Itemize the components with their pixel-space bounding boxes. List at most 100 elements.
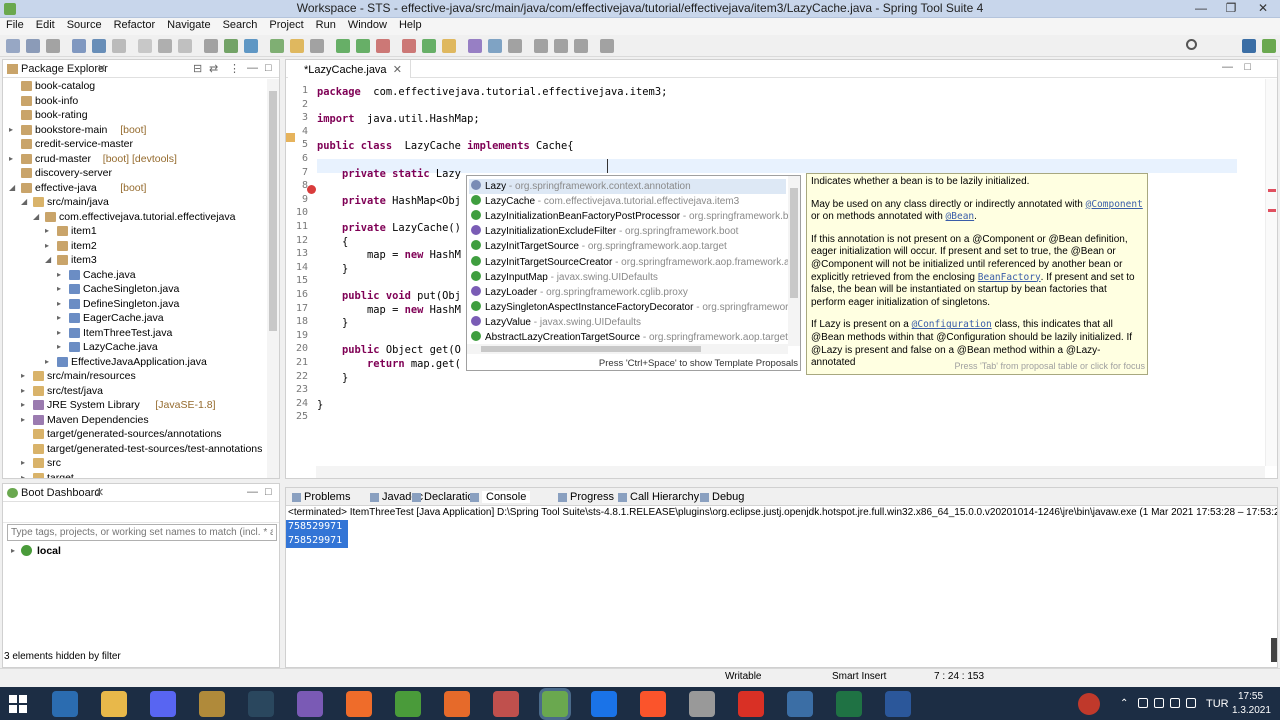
prev-edit-icon[interactable] bbox=[534, 39, 548, 53]
clock-date[interactable]: 1.3.2021 bbox=[1232, 705, 1271, 716]
collapse-all-icon[interactable]: ⊟ bbox=[193, 62, 202, 75]
tree-item[interactable]: ▸ JRE System Library [JavaSE-1.8] bbox=[3, 398, 267, 413]
tree-item[interactable]: ▸ DefineSingleton.java bbox=[3, 297, 267, 312]
sts-icon[interactable] bbox=[542, 691, 568, 717]
error-icon[interactable] bbox=[376, 39, 390, 53]
collapsed-icon[interactable]: ▸ bbox=[21, 413, 29, 427]
tree-item[interactable]: target/generated-sources/annotations bbox=[3, 427, 267, 442]
collapsed-icon[interactable]: ▸ bbox=[21, 456, 29, 470]
back-icon[interactable] bbox=[554, 39, 568, 53]
postman-icon[interactable] bbox=[346, 691, 372, 717]
expanded-icon[interactable]: ◢ bbox=[21, 195, 29, 209]
tree-item[interactable]: ◢ item3 bbox=[3, 253, 267, 268]
tree-item[interactable]: ▸ ItemThreeTest.java bbox=[3, 326, 267, 341]
visual-studio-icon[interactable] bbox=[297, 691, 323, 717]
tree-item[interactable]: ◢ effective-java [boot] bbox=[3, 181, 267, 196]
minimize-view-icon[interactable]: — bbox=[1222, 61, 1233, 73]
search-icon[interactable] bbox=[1186, 39, 1197, 50]
tree-item[interactable]: ▸ src/main/resources bbox=[3, 369, 267, 384]
overview-ruler[interactable] bbox=[1265, 79, 1277, 466]
expanded-icon[interactable]: ◢ bbox=[45, 253, 53, 267]
battery-icon[interactable] bbox=[1154, 698, 1164, 708]
menu-project[interactable]: Project bbox=[263, 18, 309, 31]
word-icon[interactable] bbox=[885, 691, 911, 717]
proposal-item[interactable]: LazyInitTargetSourceCreator - org.spring… bbox=[471, 255, 798, 270]
tree-item[interactable]: ▸ Cache.java bbox=[3, 268, 267, 283]
proposal-item[interactable]: LazyLoader - org.springframework.cglib.p… bbox=[471, 285, 688, 300]
bean-link[interactable]: @Bean bbox=[946, 211, 975, 222]
external-tools-icon[interactable] bbox=[290, 39, 304, 53]
steam-icon[interactable] bbox=[248, 691, 274, 717]
tree-item[interactable]: ▸ bookstore-main [boot] bbox=[3, 123, 267, 138]
clock-time[interactable]: 17:55 bbox=[1238, 691, 1263, 702]
discord-icon[interactable] bbox=[150, 691, 176, 717]
perspective-icon-2[interactable] bbox=[1262, 39, 1276, 53]
tree-item[interactable]: discovery-server bbox=[3, 166, 267, 181]
app-icon[interactable] bbox=[493, 691, 519, 717]
tab-console[interactable]: Console bbox=[482, 491, 531, 503]
minimize-view-icon[interactable]: — bbox=[247, 486, 258, 498]
menu-search[interactable]: Search bbox=[217, 18, 264, 31]
tree-item[interactable]: ▸ CacheSingleton.java bbox=[3, 282, 267, 297]
tray-arrow-icon[interactable]: ⌃ bbox=[1120, 698, 1128, 709]
proposal-item[interactable]: LazyInitializationBeanFactoryPostProcess… bbox=[471, 209, 800, 224]
tab-call-hierarchy[interactable]: Call Hierarchy bbox=[630, 491, 699, 503]
skip-icon[interactable] bbox=[92, 39, 106, 53]
collapsed-icon[interactable]: ▸ bbox=[57, 340, 65, 354]
annotation-icon[interactable] bbox=[508, 39, 522, 53]
proposal-item[interactable]: LazyInitTargetSource - org.springframewo… bbox=[471, 239, 727, 254]
settings-icon[interactable] bbox=[689, 691, 715, 717]
collapsed-icon[interactable]: ▸ bbox=[45, 224, 53, 238]
proposal-item[interactable]: LazySingletonAspectInstanceFactoryDecora… bbox=[471, 300, 800, 315]
proposal-item[interactable]: LazyValue - javax.swing.UIDefaults bbox=[471, 315, 641, 330]
editor-hscrollbar[interactable] bbox=[316, 466, 1265, 478]
collapsed-icon[interactable]: ▸ bbox=[57, 297, 65, 311]
local-target[interactable]: local bbox=[37, 545, 61, 557]
suspend-icon[interactable] bbox=[138, 39, 152, 53]
terminate-icon[interactable] bbox=[72, 39, 86, 53]
collapsed-icon[interactable]: ▸ bbox=[9, 123, 17, 137]
spring-icon[interactable] bbox=[356, 39, 370, 53]
console-scroll-thumb[interactable] bbox=[1271, 638, 1277, 662]
volume-icon[interactable] bbox=[1186, 698, 1196, 708]
tab-lazycache-java[interactable]: *LazyCache.java ✕ bbox=[288, 60, 411, 78]
menu-edit[interactable]: Edit bbox=[30, 18, 61, 31]
maximize-view-icon[interactable]: □ bbox=[265, 62, 272, 74]
forward-icon[interactable] bbox=[574, 39, 588, 53]
brave-icon[interactable] bbox=[640, 691, 666, 717]
collapsed-icon[interactable]: ▸ bbox=[9, 152, 17, 166]
boot-dashboard-tab[interactable]: Boot Dashboard ✕ — □ bbox=[3, 484, 279, 502]
menu-refactor[interactable]: Refactor bbox=[108, 18, 162, 31]
minimize-view-icon[interactable]: — bbox=[247, 62, 258, 74]
tree-item[interactable]: ▸ EffectiveJavaApplication.java bbox=[3, 355, 267, 370]
notes-icon[interactable] bbox=[787, 691, 813, 717]
lenovo-icon[interactable] bbox=[52, 691, 78, 717]
expanded-icon[interactable]: ◢ bbox=[9, 181, 17, 195]
close-button[interactable]: ✕ bbox=[1248, 0, 1278, 18]
console-output[interactable]: 758529971 758529971 bbox=[286, 520, 348, 548]
tree-scrollbar[interactable] bbox=[267, 79, 279, 478]
new-java-icon[interactable] bbox=[310, 39, 324, 53]
component-link[interactable]: @Component bbox=[1086, 199, 1143, 210]
view-menu-icon[interactable]: ⋮ bbox=[229, 62, 240, 75]
stop-app-icon[interactable] bbox=[402, 39, 416, 53]
tree-item[interactable]: credit-service-master bbox=[3, 137, 267, 152]
record-icon[interactable] bbox=[738, 691, 764, 717]
disconnect-icon[interactable] bbox=[178, 39, 192, 53]
save-icon[interactable] bbox=[26, 39, 40, 53]
collapsed-icon[interactable]: ▸ bbox=[57, 326, 65, 340]
run-app-icon[interactable] bbox=[336, 39, 350, 53]
perspective-icon[interactable] bbox=[1242, 39, 1256, 53]
tree-item[interactable]: ▸ item1 bbox=[3, 224, 267, 239]
refresh-icon[interactable] bbox=[422, 39, 436, 53]
menu-source[interactable]: Source bbox=[61, 18, 108, 31]
save-all-icon[interactable] bbox=[46, 39, 60, 53]
tree-item[interactable]: ▸ EagerCache.java bbox=[3, 311, 267, 326]
tree-item[interactable]: ▸ Maven Dependencies bbox=[3, 413, 267, 428]
configuration-link[interactable]: @Configuration bbox=[912, 319, 992, 330]
collapsed-icon[interactable]: ▸ bbox=[57, 268, 65, 282]
tree-item[interactable]: ▸ crud-master [boot] [devtools] bbox=[3, 152, 267, 167]
collapsed-icon[interactable]: ▸ bbox=[45, 239, 53, 253]
maximize-button[interactable]: ❐ bbox=[1216, 0, 1246, 18]
run-icon[interactable] bbox=[270, 39, 284, 53]
